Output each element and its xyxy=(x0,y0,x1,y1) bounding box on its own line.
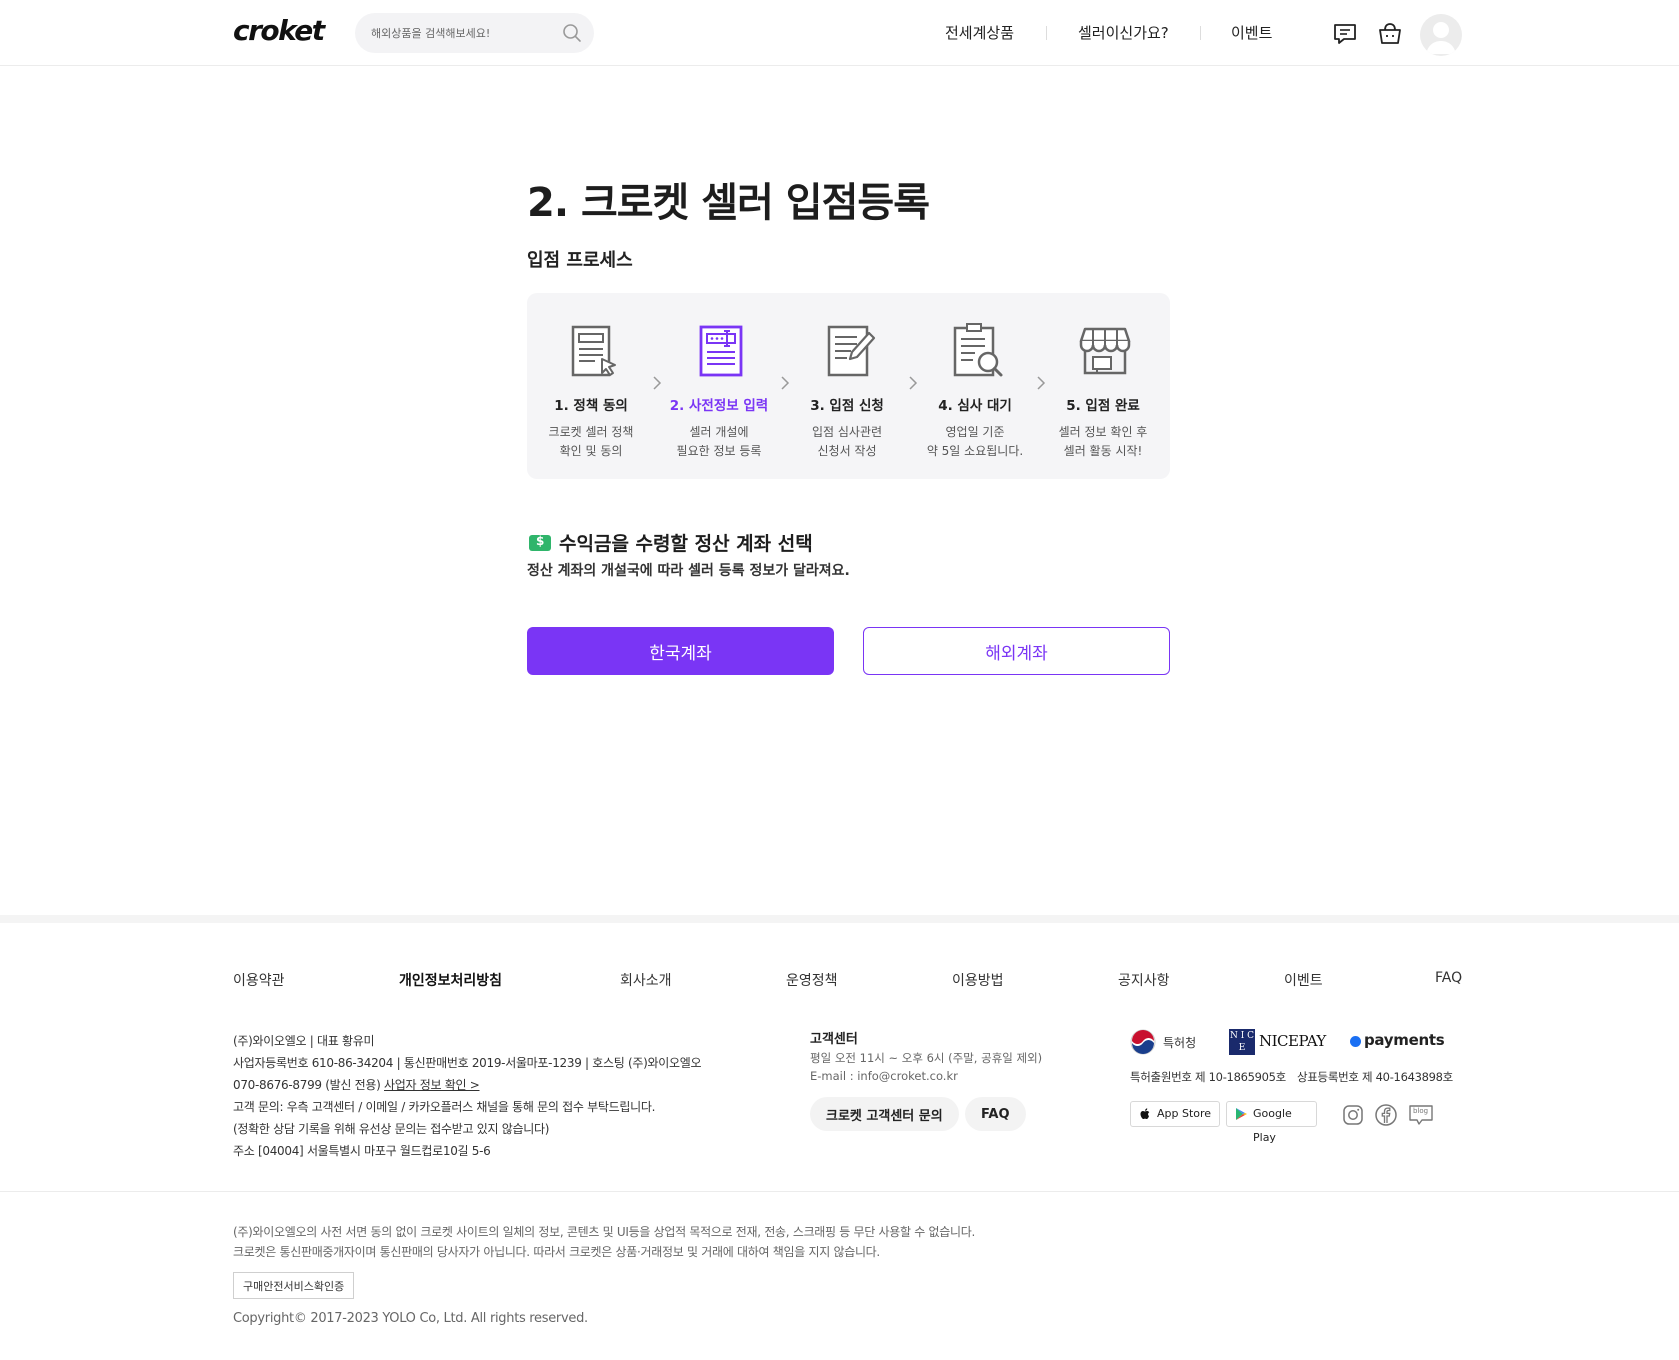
application-pen-icon xyxy=(827,325,876,377)
copyright: Copyright© 2017-2023 YOLO Co, Ltd. All r… xyxy=(233,1311,588,1326)
footer-link-howto[interactable]: 이용방법 xyxy=(952,970,1004,990)
facebook-icon[interactable] xyxy=(1374,1103,1398,1127)
nav-seller[interactable]: 셀러이신가요? xyxy=(1078,22,1169,43)
cs-faq-button[interactable]: FAQ xyxy=(965,1097,1026,1131)
overseas-account-button[interactable]: 해외계좌 xyxy=(863,627,1170,675)
search-icon[interactable] xyxy=(562,23,582,43)
footer-link-event[interactable]: 이벤트 xyxy=(1284,970,1323,990)
footer-link-notice[interactable]: 공지사항 xyxy=(1118,970,1170,990)
footer-link-policy[interactable]: 운영정책 xyxy=(786,970,838,990)
step-name: 3. 입점 신청 xyxy=(810,398,884,414)
footer-link-about[interactable]: 회사소개 xyxy=(620,970,672,990)
policy-document-icon xyxy=(571,325,616,377)
cs-hours: 평일 오전 11시 ~ 오후 6시 (주말, 공휴일 제외) xyxy=(810,1051,1043,1065)
instagram-icon[interactable] xyxy=(1341,1103,1365,1127)
step-desc: 셀러 정보 확인 후 셀러 활동 시작! xyxy=(1058,425,1148,458)
search-bar[interactable] xyxy=(355,13,594,53)
step-desc: 입점 심사관련 신청서 작성 xyxy=(811,425,883,458)
cs-inquiry-button[interactable]: 크로켓 고객센터 문의 xyxy=(810,1097,959,1131)
avatar[interactable] xyxy=(1420,14,1462,56)
process-step-4: 4. 심사 대기 영업일 기준 약 5일 소요됩니다. xyxy=(911,293,1039,479)
step-name: 5. 입점 완료 xyxy=(1066,398,1140,414)
step-desc: 크로켓 셀러 정책 확인 및 동의 xyxy=(548,425,634,458)
nav-event[interactable]: 이벤트 xyxy=(1231,22,1272,43)
kipo-logo-icon xyxy=(1130,1029,1156,1055)
nav-global-products[interactable]: 전세계상품 xyxy=(945,22,1014,43)
storefront-icon xyxy=(1079,327,1131,375)
process-panel: 1. 정책 동의 크로켓 셀러 정책 확인 및 동의 2. 사전정보 입력 셀러 … xyxy=(527,293,1170,479)
site-header: croket 전세계상품 셀러이신가요? 이벤트 xyxy=(0,0,1679,66)
blog-label: blog xyxy=(1413,1107,1429,1115)
page-title: 2. 크로켓 셀러 입점등록 xyxy=(527,180,930,226)
patent-number: 특허출원번호 제 10-1865905호 xyxy=(1130,1070,1286,1084)
payments-dot-icon xyxy=(1350,1036,1361,1047)
footer-divider-band xyxy=(0,915,1679,923)
review-magnifier-icon xyxy=(953,323,1003,377)
step-desc: 셀러 개설에 필요한 정보 등록 xyxy=(676,425,762,458)
google-play-icon xyxy=(1236,1108,1247,1120)
user-icon xyxy=(1426,22,1456,54)
step-desc: 영업일 기준 약 5일 소요됩니다. xyxy=(926,425,1024,458)
payments-label: payments xyxy=(1364,1031,1445,1049)
trademark-number: 상표등록번호 제 40-1643898호 xyxy=(1297,1070,1453,1084)
footer-link-privacy[interactable]: 개인정보처리방침 xyxy=(399,970,502,990)
footer-link-faq[interactable]: FAQ xyxy=(1435,970,1462,986)
process-step-2: 2. 사전정보 입력 셀러 개설에 필요한 정보 등록 xyxy=(655,293,783,479)
company-info: (주)와이오엘오 | 대표 황유미 사업자등록번호 610-86-34204 |… xyxy=(233,1034,702,1158)
process-step-5: 5. 입점 완료 셀러 정보 확인 후 셀러 활동 시작! xyxy=(1039,293,1167,479)
form-input-icon xyxy=(699,325,743,377)
cs-title: 고객센터 xyxy=(810,1032,858,1047)
legal-notice: (주)와이오엘오의 사전 서면 동의 없이 크로켓 사이트의 일체의 정보, 콘… xyxy=(233,1225,976,1259)
app-store-button[interactable]: App Store xyxy=(1130,1101,1220,1127)
croket-logo[interactable]: croket xyxy=(233,14,325,47)
cs-email: E-mail : info@croket.co.kr xyxy=(810,1069,958,1083)
nicepay-label: NICEPAY xyxy=(1259,1032,1326,1050)
cart-icon[interactable] xyxy=(1376,20,1404,48)
account-section-desc: 정산 계좌의 개설국에 따라 셀러 등록 정보가 달라져요. xyxy=(527,563,850,579)
search-input[interactable] xyxy=(371,13,551,53)
kipo-label: 특허청 xyxy=(1163,1036,1197,1050)
step-name: 4. 심사 대기 xyxy=(938,398,1012,414)
escrow-cert-button[interactable]: 구매안전서비스확인증 xyxy=(233,1272,355,1299)
money-icon xyxy=(529,534,551,551)
footer-link-terms[interactable]: 이용약관 xyxy=(233,970,285,990)
account-section-title: 수익금을 수령할 정산 계좌 선택 xyxy=(529,529,813,556)
google-play-button[interactable]: Google Play xyxy=(1226,1101,1317,1144)
process-title: 입점 프로세스 xyxy=(527,250,633,271)
process-step-3: 3. 입점 신청 입점 심사관련 신청서 작성 xyxy=(783,293,911,479)
korea-account-button[interactable]: 한국계좌 xyxy=(527,627,834,675)
step-name: 2. 사전정보 입력 xyxy=(669,398,769,414)
nav-divider xyxy=(1200,26,1201,40)
apple-icon xyxy=(1140,1108,1150,1119)
step-name: 1. 정책 동의 xyxy=(554,398,628,414)
process-step-1: 1. 정책 동의 크로켓 셀러 정책 확인 및 동의 xyxy=(527,293,655,479)
message-icon[interactable] xyxy=(1331,20,1359,48)
nice-logo-icon: N I C E xyxy=(1229,1029,1255,1055)
business-info-link[interactable]: 사업자 정보 확인 > xyxy=(384,1078,480,1092)
blog-icon[interactable]: blog xyxy=(1407,1103,1435,1127)
footer-divider xyxy=(0,1191,1679,1192)
nav-divider xyxy=(1046,26,1047,40)
